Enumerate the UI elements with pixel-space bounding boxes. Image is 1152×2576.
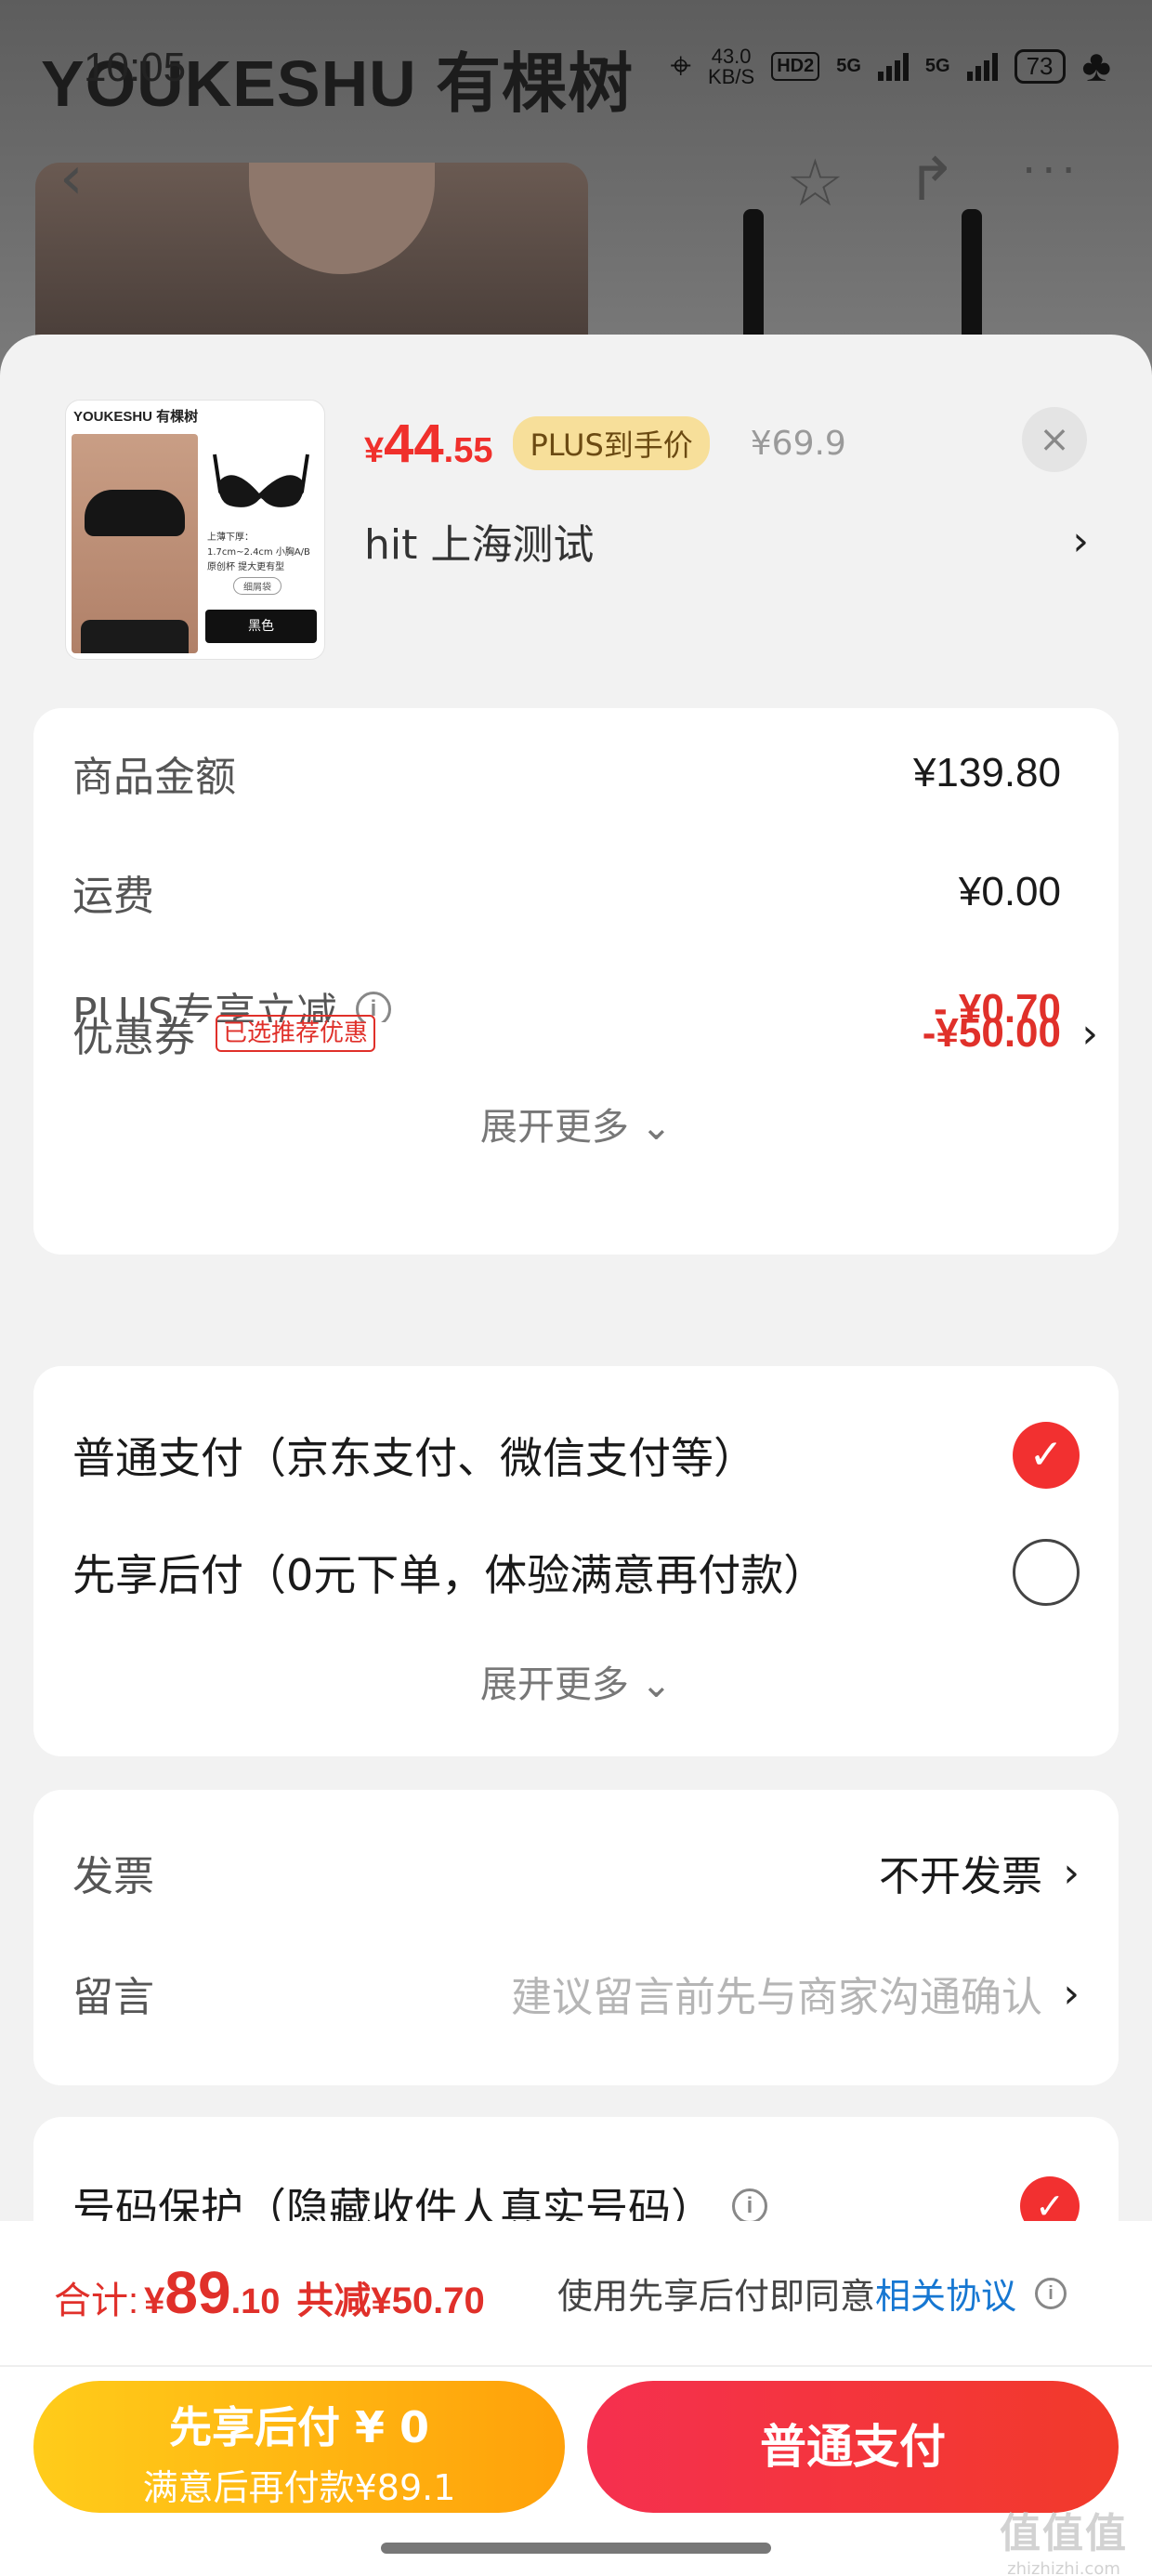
summary-row-goods: 商品金额 ¥139.80	[72, 750, 1061, 801]
invoice-value: 不开发票	[879, 1854, 1042, 1899]
chevron-down-icon: ⌄	[640, 1106, 673, 1149]
radio-empty-icon[interactable]	[1013, 1539, 1080, 1606]
chevron-right-icon: ›	[1063, 1848, 1080, 1897]
payment-option-normal[interactable]: 普通支付（京东支付、微信支付等） ✓	[72, 1418, 1080, 1492]
agreement-text: 使用先享后付即同意 相关协议 i	[557, 2267, 1067, 2319]
invoice-row[interactable]: 发票 不开发票 ›	[72, 1840, 1080, 1905]
normal-pay-button[interactable]: 普通支付	[587, 2381, 1119, 2513]
signal-label-2: 5G	[924, 56, 950, 76]
price-summary-card-lower: 优惠券 已选推荐优惠 -¥50.00 › 展开更多 ⌄	[33, 1010, 1119, 1255]
signal-bars-icon	[966, 52, 998, 81]
price-row: ¥44.55 PLUS到手价 ¥69.9	[364, 411, 846, 476]
close-button[interactable]: ×	[1022, 407, 1087, 472]
more-icon[interactable]: ···	[1022, 149, 1081, 193]
summary-row-coupon[interactable]: 优惠券 已选推荐优惠 -¥50.00 ›	[72, 1005, 1098, 1062]
checkout-footer: 合计: ¥ 89 .10 共减¥50.70 使用先享后付即同意 相关协议 i 先享…	[0, 2221, 1152, 2576]
favorite-star-icon[interactable]: ☆	[786, 151, 844, 216]
note-input[interactable]: 建议留言前先与商家沟通确认	[511, 1964, 1042, 2023]
payment-method-card: 普通支付（京东支付、微信支付等） ✓ 先享后付（0元下单，体验满意再付款） 展开…	[33, 1366, 1119, 1756]
spec-selector[interactable]: hit 上海测试 ›	[364, 511, 1089, 571]
hd-icon: HD2	[771, 52, 820, 81]
coupon-amount: -¥50.00	[922, 1010, 1061, 1056]
expand-more-button[interactable]: 展开更多 ⌄	[33, 1654, 1119, 1708]
bra-image	[213, 453, 309, 507]
chevron-right-icon: ›	[1072, 517, 1089, 565]
shipping-amount: ¥0.00	[958, 869, 1061, 914]
product-thumbnail[interactable]: YOUKESHU 有棵树 上薄下厚：1.7cm~2.4cm 小胸A/B原创杯 提…	[65, 400, 325, 660]
club-icon: ♣	[1081, 42, 1112, 91]
divider	[0, 2365, 1152, 2367]
chevron-right-icon: ›	[1081, 1009, 1098, 1058]
back-icon[interactable]: ‹	[59, 149, 84, 208]
share-icon[interactable]: ↱	[907, 151, 957, 210]
product-header: YOUKESHU 有棵树 上薄下厚：1.7cm~2.4cm 小胸A/B原创杯 提…	[0, 335, 1152, 706]
plus-price: ¥44.55	[364, 413, 493, 474]
background-product-page: YOUKESHU 有棵树 10:05 ⌖ 43.0 KB/S HD2 5G 5G …	[0, 0, 1152, 390]
battery-icon: 73	[1014, 49, 1066, 84]
status-bar: ⌖ 43.0 KB/S HD2 5G 5G 73 ♣	[671, 41, 1111, 92]
payment-option-pay-later[interactable]: 先享后付（0元下单，体验满意再付款）	[72, 1535, 1080, 1610]
plus-price-tag: PLUS到手价	[513, 416, 710, 470]
spec-label: hit 上海测试	[364, 521, 595, 569]
status-time: 10:05	[84, 45, 187, 90]
summary-row-shipping: 运费 ¥0.00	[72, 869, 1061, 920]
watermark-logo: 值值值 zhizhizhi.com	[1000, 2510, 1128, 2576]
home-indicator[interactable]	[381, 2543, 771, 2554]
expand-more-button[interactable]: 展开更多 ⌄	[33, 1097, 1119, 1150]
location-icon: ⌖	[670, 46, 692, 86]
chevron-right-icon: ›	[1063, 1969, 1080, 2017]
original-price: ¥69.9	[750, 424, 846, 463]
invoice-note-card: 发票 不开发票 › 留言 建议留言前先与商家沟通确认 ›	[33, 1790, 1119, 2085]
chevron-down-icon: ⌄	[640, 1663, 673, 1706]
network-speed: 43.0 KB/S	[708, 44, 755, 88]
signal-bars-icon	[877, 52, 909, 81]
checkmark-icon[interactable]: ✓	[1013, 1422, 1080, 1489]
info-icon[interactable]: i	[1035, 2277, 1067, 2309]
signal-label-1: 5G	[836, 56, 861, 76]
info-icon[interactable]: i	[732, 2188, 767, 2224]
pay-later-button[interactable]: 先享后付 ¥ 0 满意后再付款¥89.1	[33, 2381, 565, 2513]
goods-amount: ¥139.80	[912, 750, 1061, 795]
note-row[interactable]: 留言 建议留言前先与商家沟通确认 ›	[72, 1961, 1080, 2026]
coupon-selected-badge: 已选推荐优惠	[216, 1015, 376, 1052]
total-saved: 共减¥50.70	[296, 2280, 485, 2321]
order-total: 合计: ¥ 89 .10 共减¥50.70	[54, 2259, 485, 2326]
agreement-link[interactable]: 相关协议	[875, 2267, 1016, 2319]
